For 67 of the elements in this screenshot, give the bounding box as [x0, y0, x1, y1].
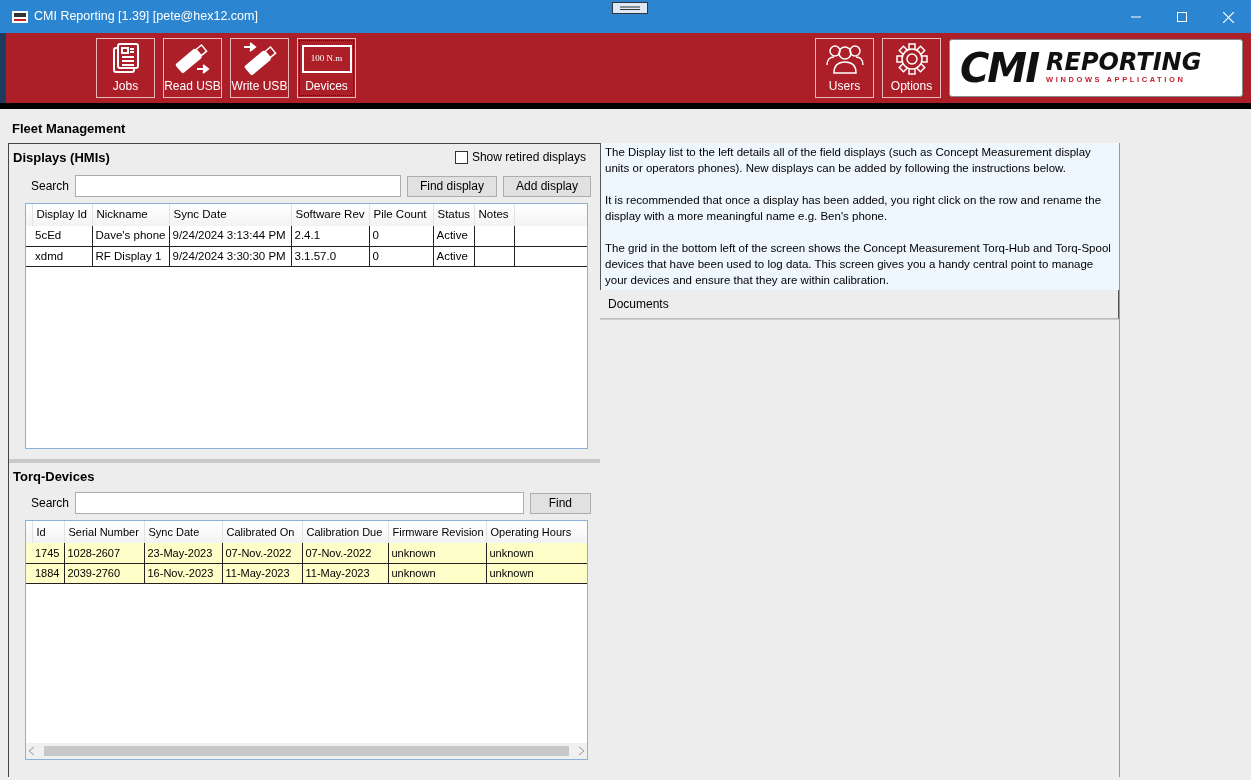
- info-paragraph: The grid in the bottom left of the screen shows the Concept Measurement Torq-Hub and Torq-Spool devices that have been used to log data. This screen gives you a handy central point to manage your devices and ensure that they are within calibration.: [605, 240, 1112, 288]
- checkbox-label: Show retired displays: [471, 149, 586, 167]
- document-icon: [110, 43, 141, 75]
- info-paragraph: It is recommended that once a display has been added, you right click on the row and rename the display with a more meaningful name e.g. Ben's phone.: [605, 192, 1103, 224]
- action-button[interactable]: Find: [529, 492, 591, 514]
- search-label: Search: [31, 178, 70, 195]
- table-cell: 1884: [32, 563, 64, 583]
- table-cell: RF Display 1: [92, 246, 169, 267]
- search-field[interactable]: [75, 175, 401, 197]
- write-usb-button[interactable]: Write USB: [230, 38, 289, 98]
- table-cell: 2.4.1: [291, 226, 369, 246]
- column-header[interactable]: Sync Date: [144, 521, 222, 543]
- section-title: Torq-Devices: [13, 467, 95, 486]
- app-icon: [12, 10, 28, 23]
- table-cell: 0: [369, 246, 433, 267]
- table-cell: 3.1.57.0: [291, 246, 369, 267]
- action-button[interactable]: Add display: [502, 175, 591, 197]
- jobs-button[interactable]: Jobs: [96, 38, 155, 98]
- column-header[interactable]: Sync Date: [169, 204, 291, 226]
- window-title: CMI Reporting [1.39] [pete@hex12.com]: [34, 8, 258, 26]
- column-header[interactable]: Display Id: [32, 204, 92, 226]
- search-field[interactable]: [75, 492, 524, 514]
- column-header[interactable]: Pile Count: [369, 204, 433, 226]
- table-cell: 23-May-2023: [144, 543, 222, 563]
- column-header[interactable]: Calibration Due: [302, 521, 388, 543]
- table-cell: 07-Nov.-2022: [222, 543, 302, 563]
- column-header[interactable]: Serial Number: [64, 521, 144, 543]
- table-cell: xdmd: [32, 246, 92, 267]
- table-cell: Dave's phone: [92, 226, 169, 246]
- documents-header: Documents: [600, 289, 1119, 319]
- table-cell: 5cEd: [32, 226, 92, 246]
- users-button[interactable]: Users: [815, 38, 874, 98]
- action-button[interactable]: Find display: [406, 175, 497, 197]
- logo-mark: CMI: [960, 48, 1039, 88]
- table-cell: Active: [433, 246, 474, 267]
- page-title: Fleet Management: [11, 120, 127, 138]
- maximize-icon[interactable]: [1177, 12, 1187, 23]
- column-header[interactable]: Notes: [474, 204, 514, 226]
- column-header[interactable]: Software Rev: [291, 204, 369, 226]
- column-header[interactable]: Id: [32, 521, 64, 543]
- table-cell: 9/24/2024 3:13:44 PM: [169, 226, 291, 246]
- drag-handle-icon[interactable]: [612, 2, 648, 14]
- logo-title: REPORTING: [1046, 50, 1202, 75]
- column-header[interactable]: Firmware Revision: [388, 521, 486, 543]
- table-cell: 1745: [32, 543, 64, 563]
- search-label: Search: [31, 495, 70, 512]
- horizontal-scrollbar[interactable]: [26, 743, 587, 759]
- column-header[interactable]: Status: [433, 204, 474, 226]
- options-button[interactable]: Options: [882, 38, 941, 98]
- table-cell: unknown: [486, 543, 587, 563]
- column-header[interactable]: Calibrated On: [222, 521, 302, 543]
- users-icon: [825, 43, 864, 75]
- table-cell: 1028-2607: [64, 543, 144, 563]
- devices-button[interactable]: 100 N.m Devices: [297, 38, 356, 98]
- table-cell: 0: [369, 226, 433, 246]
- read-usb-button[interactable]: Read USB: [163, 38, 222, 98]
- close-icon[interactable]: [1222, 11, 1234, 23]
- table-cell: 07-Nov.-2022: [302, 543, 388, 563]
- info-paragraph: The Display list to the left details all of the field displays (such as Concept Measurement display units or operators phones). New displays can be added by following the instructions below.: [605, 144, 1092, 176]
- column-header[interactable]: Nickname: [92, 204, 169, 226]
- table-cell: 9/24/2024 3:30:30 PM: [169, 246, 291, 267]
- screen-text: 100 N.m: [310, 52, 343, 66]
- checkbox[interactable]: [454, 150, 468, 164]
- column-header[interactable]: Operating Hours: [486, 521, 587, 543]
- section-title: Displays (HMIs): [13, 148, 110, 167]
- table-cell: unknown: [388, 543, 486, 563]
- table-cell: Active: [433, 226, 474, 246]
